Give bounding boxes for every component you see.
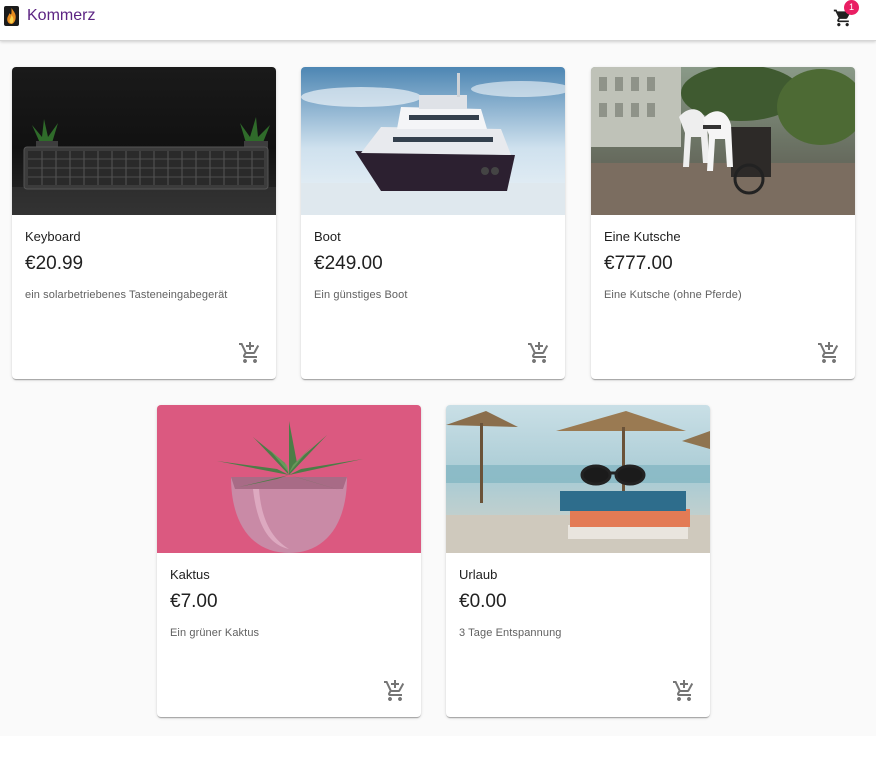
- add-to-cart-button[interactable]: [672, 679, 696, 703]
- add-to-cart-button[interactable]: [238, 341, 262, 365]
- add-shopping-cart-icon: [239, 342, 260, 363]
- product-description: Eine Kutsche (ohne Pferde): [604, 289, 742, 301]
- brand-link[interactable]: Kommerz: [4, 6, 95, 26]
- vacation-image: [446, 405, 710, 553]
- product-title: Eine Kutsche: [604, 229, 681, 244]
- product-description: 3 Tage Entspannung: [459, 627, 562, 639]
- flame-logo-icon: [4, 6, 19, 26]
- product-description: Ein grüner Kaktus: [170, 627, 260, 639]
- keyboard-image: [12, 67, 276, 215]
- product-card[interactable]: Urlaub €0.00 3 Tage Entspannung: [446, 405, 710, 717]
- product-price: €0.00: [459, 591, 507, 612]
- product-grid: Keyboard €20.99 ein solarbetriebenes Tas…: [0, 41, 876, 736]
- cart-button[interactable]: 1: [830, 0, 860, 30]
- top-app-bar: Kommerz 1: [0, 0, 876, 41]
- add-shopping-cart-icon: [528, 342, 549, 363]
- product-card[interactable]: Kaktus €7.00 Ein grüner Kaktus: [157, 405, 421, 717]
- product-title: Boot: [314, 229, 341, 244]
- add-to-cart-button[interactable]: [527, 341, 551, 365]
- add-shopping-cart-icon: [673, 680, 694, 701]
- product-price: €20.99: [25, 253, 84, 274]
- product-description: ein solarbetriebenes Tasteneingabegerät: [25, 289, 228, 301]
- product-price: €7.00: [170, 591, 218, 612]
- add-shopping-cart-icon: [384, 680, 405, 701]
- add-to-cart-button[interactable]: [817, 341, 841, 365]
- brand-name: Kommerz: [27, 7, 96, 24]
- product-title: Keyboard: [25, 229, 81, 244]
- carriage-image: [591, 67, 855, 215]
- boat-image: [301, 67, 565, 215]
- add-to-cart-button[interactable]: [383, 679, 407, 703]
- add-shopping-cart-icon: [818, 342, 839, 363]
- product-title: Kaktus: [170, 567, 210, 582]
- product-card[interactable]: Boot €249.00 Ein günstiges Boot: [301, 67, 565, 379]
- product-price: €249.00: [314, 253, 383, 274]
- cart-count-badge: 1: [844, 0, 859, 15]
- product-card[interactable]: Eine Kutsche €777.00 Eine Kutsche (ohne …: [591, 67, 855, 379]
- product-card[interactable]: Keyboard €20.99 ein solarbetriebenes Tas…: [12, 67, 276, 379]
- product-price: €777.00: [604, 253, 673, 274]
- product-description: Ein günstiges Boot: [314, 289, 408, 301]
- cactus-image: [157, 405, 421, 553]
- product-title: Urlaub: [459, 567, 498, 582]
